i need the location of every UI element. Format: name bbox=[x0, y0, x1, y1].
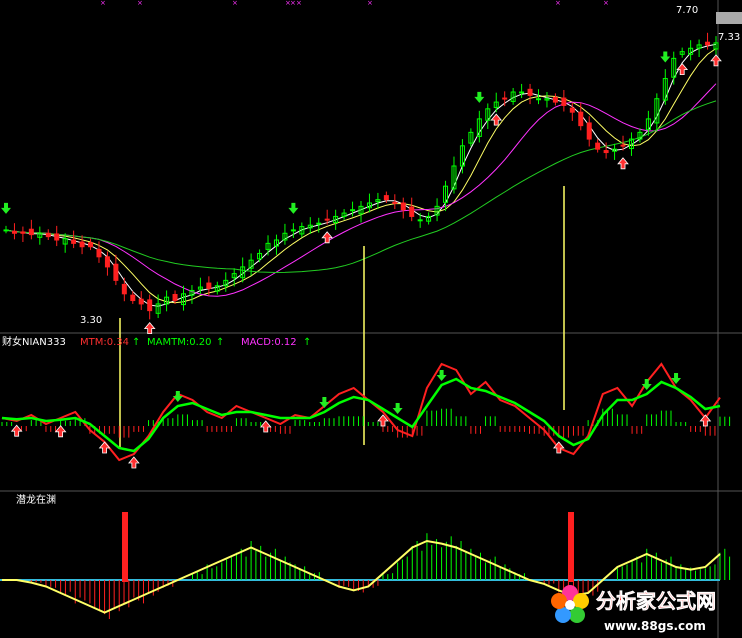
candle-body bbox=[561, 97, 567, 106]
candle-body bbox=[28, 228, 34, 236]
top-marker: × bbox=[232, 0, 238, 7]
candle-body bbox=[121, 283, 127, 295]
candle-body bbox=[45, 232, 51, 238]
macd-label: MACD:0.12 bbox=[241, 337, 297, 348]
price-right-label: 7.33 bbox=[718, 32, 740, 43]
candle-body bbox=[552, 96, 558, 103]
candle-body bbox=[71, 239, 77, 244]
mamtm-label: MAMTM:0.20 bbox=[147, 337, 211, 348]
candle-body bbox=[290, 229, 296, 232]
candle-body bbox=[383, 195, 389, 201]
oscillator-panel bbox=[1, 362, 731, 469]
down-arrow-icon bbox=[172, 391, 183, 402]
ma-green-line bbox=[5, 100, 717, 274]
candle-body bbox=[409, 206, 415, 217]
candle-body bbox=[536, 98, 541, 101]
stock-chart-window: × × × × × × × × × 7.70 7.33 3.30 财女NIAN333 MTM:0… bbox=[0, 0, 742, 638]
down-arrow-icon bbox=[288, 202, 299, 214]
candle-body bbox=[104, 256, 110, 268]
top-marker: × bbox=[137, 0, 143, 7]
up-arrow-icon bbox=[321, 231, 334, 244]
candle-body bbox=[11, 230, 17, 234]
watermark-title: 分析家公式网 bbox=[596, 589, 716, 613]
candle-body bbox=[519, 91, 525, 94]
candle-body bbox=[586, 122, 592, 140]
mtm-arrow: ↑ bbox=[132, 337, 140, 348]
mtm-label: MTM:0.34 bbox=[80, 337, 129, 348]
price-low-label: 3.30 bbox=[80, 315, 102, 326]
up-arrow-icon bbox=[10, 424, 23, 437]
up-arrow-icon bbox=[98, 441, 111, 454]
candle-body bbox=[705, 41, 711, 46]
sub-panel-title: 潜龙在渊 bbox=[16, 493, 56, 506]
candle-body bbox=[88, 242, 94, 248]
down-arrow-icon bbox=[392, 403, 403, 414]
top-marker: × bbox=[296, 0, 302, 7]
top-marker: × bbox=[367, 0, 373, 7]
top-marker: × bbox=[100, 0, 106, 7]
candle-body bbox=[54, 233, 60, 241]
candle-body bbox=[417, 219, 423, 222]
candle-body bbox=[527, 88, 533, 96]
candle-body bbox=[578, 111, 584, 127]
red-signal-bar bbox=[122, 512, 128, 582]
top-marker: × bbox=[603, 0, 609, 7]
mamtm-arrow: ↑ bbox=[216, 337, 224, 348]
top-marker: × bbox=[555, 0, 561, 7]
candle-body bbox=[130, 294, 136, 302]
red-signal-bar bbox=[568, 512, 574, 582]
ma-magenta-line bbox=[5, 83, 717, 297]
candle-body bbox=[392, 201, 398, 204]
up-arrow-icon bbox=[699, 414, 712, 427]
price-panel: × × × × × × × × × bbox=[0, 0, 742, 638]
price-high-label: 7.70 bbox=[676, 5, 698, 16]
down-arrow-icon bbox=[660, 51, 671, 63]
candle-body bbox=[96, 248, 102, 258]
osc-panel-title: 财女NIAN333 bbox=[2, 335, 66, 348]
candle-body bbox=[595, 142, 601, 150]
candle-body bbox=[603, 150, 609, 154]
candle-body bbox=[400, 202, 406, 211]
up-arrow-icon bbox=[54, 425, 67, 438]
up-arrow-icon bbox=[617, 157, 629, 170]
candle-body bbox=[172, 293, 178, 302]
candle-body bbox=[350, 209, 356, 212]
watermark: 分析家公式网 www.88gs.com bbox=[551, 585, 716, 633]
up-arrow-icon bbox=[143, 322, 156, 335]
top-marker: × bbox=[290, 0, 296, 7]
up-arrow-icon bbox=[676, 63, 689, 76]
down-arrow-icon bbox=[436, 370, 447, 381]
candle-body bbox=[502, 97, 508, 100]
up-arrow-icon bbox=[710, 54, 722, 67]
candle-body bbox=[324, 218, 330, 221]
candle-body bbox=[3, 229, 9, 232]
candle-body bbox=[569, 107, 575, 113]
candle-body bbox=[206, 282, 212, 289]
up-arrow-icon bbox=[490, 113, 503, 126]
right-price-box bbox=[716, 12, 742, 24]
down-arrow-icon bbox=[319, 397, 330, 408]
watermark-url: www.88gs.com bbox=[604, 619, 706, 633]
up-arrow-icon bbox=[128, 456, 140, 469]
chart-canvas: × × × × × × × × × 7.70 7.33 3.30 财女NIAN333 MTM:0… bbox=[0, 0, 742, 638]
candle-body bbox=[113, 263, 119, 281]
down-arrow-icon bbox=[474, 91, 485, 103]
ma-white-line bbox=[5, 43, 717, 307]
macd-arrow: ↑ bbox=[303, 337, 311, 348]
down-arrow-icon bbox=[1, 202, 11, 214]
candle-body bbox=[316, 222, 322, 225]
candle-body bbox=[138, 298, 144, 305]
ma-yellow-line bbox=[5, 48, 717, 304]
candle-body bbox=[79, 241, 85, 248]
candle-body bbox=[620, 144, 626, 147]
candle-body bbox=[147, 299, 153, 312]
candle-body bbox=[20, 231, 26, 234]
up-arrow-icon bbox=[259, 420, 272, 433]
